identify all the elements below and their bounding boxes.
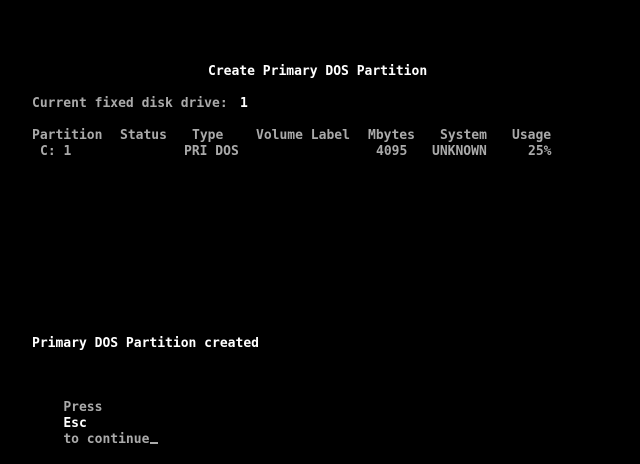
drive-number: 1: [240, 96, 248, 111]
column-header-volume-label: Volume Label: [256, 128, 350, 143]
dos-screen: Create Primary DOS Partition Current fix…: [0, 0, 640, 447]
drive-label: Current fixed disk drive:: [32, 96, 228, 111]
cell-system: UNKNOWN: [432, 144, 487, 159]
column-header-status: Status: [120, 128, 167, 143]
column-header-type: Type: [192, 128, 224, 143]
column-header-usage: Usage: [512, 128, 552, 143]
status-message: Primary DOS Partition created: [32, 336, 259, 351]
cell-partition: C: 1: [40, 144, 72, 159]
text-cursor: [150, 442, 159, 444]
continue-prompt[interactable]: Press Esc to continue: [32, 384, 159, 464]
screen-title: Create Primary DOS Partition: [208, 64, 428, 79]
esc-key-label[interactable]: Esc: [63, 416, 86, 431]
cell-usage: 25%: [528, 144, 552, 159]
column-header-partition: Partition: [32, 128, 103, 143]
cell-type: PRI DOS: [184, 144, 239, 159]
prompt-suffix: to continue: [63, 432, 150, 447]
cell-mbytes: 4095: [376, 144, 408, 159]
column-header-mbytes: Mbytes: [368, 128, 415, 143]
prompt-prefix: Press: [63, 400, 103, 415]
column-header-system: System: [440, 128, 487, 143]
